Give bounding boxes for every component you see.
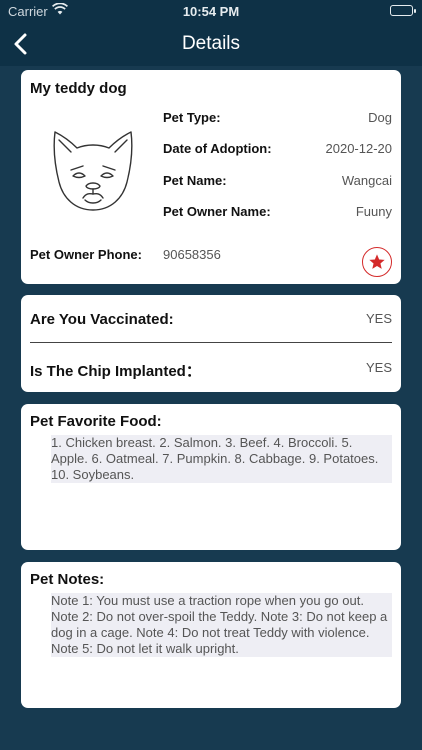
adoption-date-value: 2020-12-20 xyxy=(325,141,393,156)
pet-info-card: My teddy dog Pet Type: Dog Date of Adopt… xyxy=(21,70,401,284)
favorite-button[interactable] xyxy=(362,247,392,277)
chip-value: YES xyxy=(365,360,392,375)
adoption-date-label: Date of Adoption: xyxy=(163,141,272,156)
vaccinated-label: Are You Vaccinated: xyxy=(30,311,174,328)
owner-phone-value: 90658356 xyxy=(163,247,221,262)
dog-face-icon xyxy=(53,131,133,211)
vaccinated-value: YES xyxy=(365,311,392,326)
pet-notes-card: Pet Notes: Note 1: You must use a tracti… xyxy=(21,562,401,708)
favorite-food-card: Pet Favorite Food: 1. Chicken breast. 2.… xyxy=(21,404,401,550)
owner-name-value: Fuuny xyxy=(355,204,392,219)
status-time: 10:54 PM xyxy=(182,4,240,19)
chip-label: Is The Chip Implanted： xyxy=(30,363,201,380)
pet-name-value: Wangcai xyxy=(341,173,392,188)
favorite-food-title: Pet Favorite Food: xyxy=(30,413,162,430)
health-card: Are You Vaccinated: YES Is The Chip Impl… xyxy=(21,295,401,392)
pet-name-label: Pet Name: xyxy=(163,173,227,188)
pet-type-value: Dog xyxy=(368,110,392,125)
owner-name-label: Pet Owner Name: xyxy=(163,204,271,219)
page-title: Details xyxy=(181,33,241,54)
star-icon xyxy=(369,254,385,269)
owner-phone-label: Pet Owner Phone: xyxy=(30,247,142,262)
pet-type-label: Pet Type: xyxy=(163,110,221,125)
battery-icon xyxy=(390,5,416,16)
status-bar: Carrier 10:54 PM xyxy=(0,0,422,22)
pet-notes-text[interactable]: Note 1: You must use a traction rope whe… xyxy=(51,593,392,657)
nav-bar: Details xyxy=(0,22,422,66)
favorite-food-text[interactable]: 1. Chicken breast. 2. Salmon. 3. Beef. 4… xyxy=(51,435,392,483)
divider xyxy=(30,342,392,343)
pet-notes-title: Pet Notes: xyxy=(30,571,105,588)
pet-card-title: My teddy dog xyxy=(30,80,127,97)
